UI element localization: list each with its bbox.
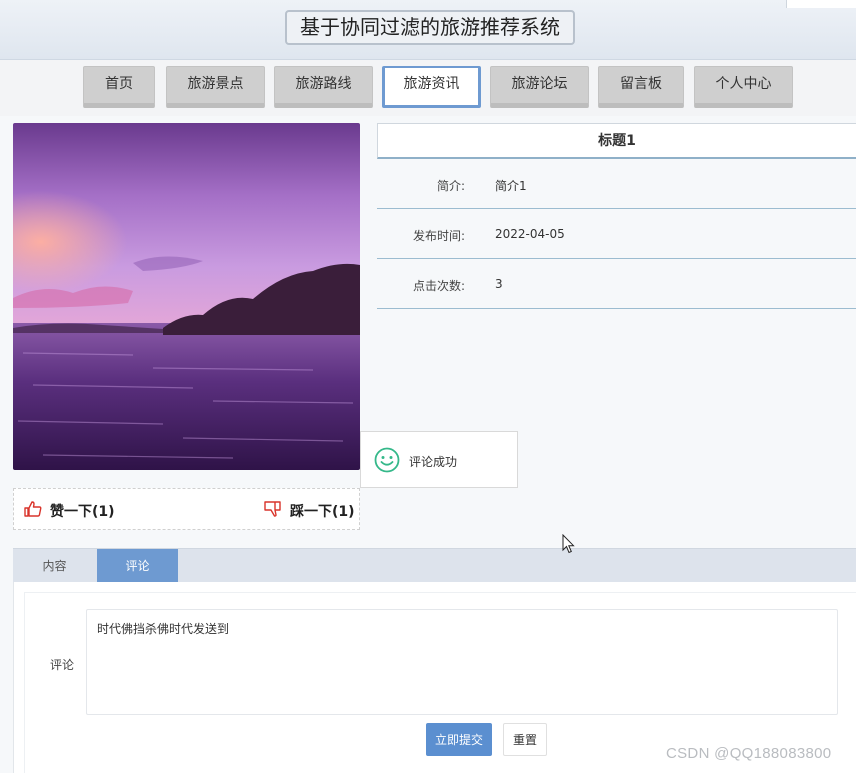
main-nav: 首页 旅游景点 旅游路线 旅游资讯 旅游论坛 留言板 个人中心 xyxy=(0,60,856,116)
dislike-button[interactable]: 踩一下(1) xyxy=(264,501,355,521)
header-edge xyxy=(786,0,856,8)
nav-item-profile[interactable]: 个人中心 xyxy=(694,66,793,108)
reset-button[interactable]: 重置 xyxy=(503,723,547,756)
watermark: CSDN @QQ188083800 xyxy=(666,745,832,762)
tab-comment[interactable]: 评论 xyxy=(97,549,178,583)
mouse-cursor-icon xyxy=(562,533,576,558)
comment-field-label: 评论 xyxy=(50,658,75,672)
site-title: 基于协同过滤的旅游推荐系统 xyxy=(285,10,575,45)
nav-item-message-board[interactable]: 留言板 xyxy=(598,66,684,108)
nav-item-home[interactable]: 首页 xyxy=(83,66,155,108)
click-count-label: 点击次数: xyxy=(412,279,465,293)
nav-item-news[interactable]: 旅游资讯 xyxy=(382,66,481,108)
toast-message: 评论成功 xyxy=(409,455,458,469)
info-row-publish-time: 发布时间: 2022-04-05 xyxy=(377,209,856,259)
detail-tabs: 内容 评论 xyxy=(13,548,856,583)
tab-content[interactable]: 内容 xyxy=(13,549,96,583)
summary-label: 简介: xyxy=(436,179,465,193)
like-button[interactable]: 赞一下(1) xyxy=(24,501,115,521)
vote-bar: 赞一下(1) 踩一下(1) xyxy=(13,488,360,530)
submit-button[interactable]: 立即提交 xyxy=(426,723,492,756)
article-image xyxy=(13,123,360,470)
success-toast: 评论成功 xyxy=(360,431,518,488)
info-row-click-count: 点击次数: 3 xyxy=(377,259,856,309)
nav-item-forum[interactable]: 旅游论坛 xyxy=(490,66,589,108)
dislike-label: 踩一下(1) xyxy=(290,504,355,520)
article-title: 标题1 xyxy=(377,123,856,159)
click-count-value: 3 xyxy=(495,277,503,291)
info-row-summary: 简介: 简介1 xyxy=(377,159,856,209)
summary-value: 简介1 xyxy=(495,179,527,193)
nav-item-attractions[interactable]: 旅游景点 xyxy=(166,66,265,108)
thumbs-down-icon xyxy=(264,501,290,521)
header-bar: 基于协同过滤的旅游推荐系统 xyxy=(0,0,856,60)
comment-textarea[interactable]: 时代佛挡杀佛时代发送到 xyxy=(86,609,838,715)
like-label: 赞一下(1) xyxy=(50,504,115,520)
publish-time-label: 发布时间: xyxy=(412,229,465,243)
thumbs-up-icon xyxy=(24,501,50,521)
smile-icon xyxy=(374,447,400,473)
publish-time-value: 2022-04-05 xyxy=(495,227,565,241)
nav-item-routes[interactable]: 旅游路线 xyxy=(274,66,373,108)
article-info: 标题1 简介: 简介1 发布时间: 2022-04-05 点击次数: 3 xyxy=(377,123,856,309)
